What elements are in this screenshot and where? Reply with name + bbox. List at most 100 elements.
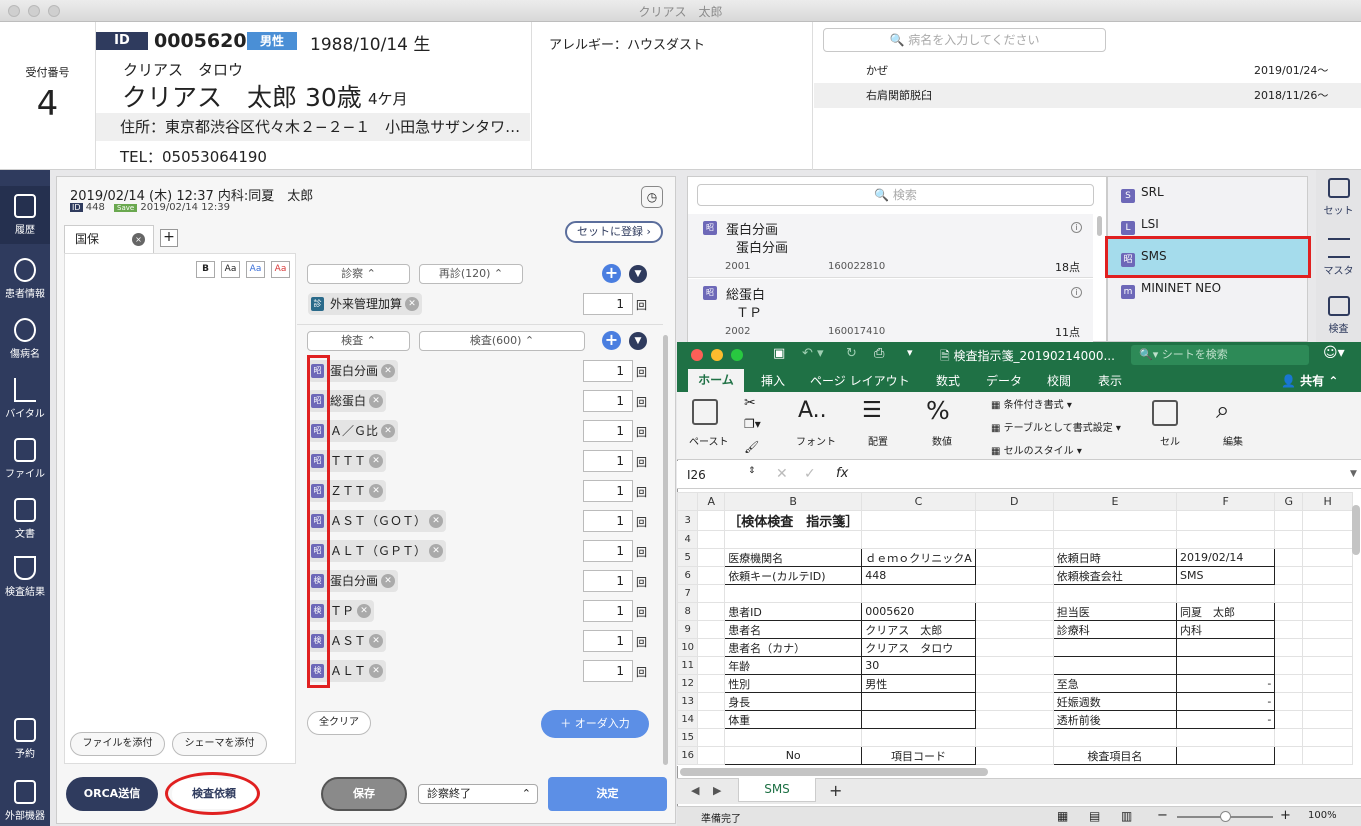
save-button[interactable]: 保存 (321, 777, 407, 811)
sheet-cell[interactable] (1052, 638, 1178, 657)
sheet-cell[interactable] (974, 728, 1054, 747)
format-painter-icon[interactable]: 🖌 (744, 440, 759, 454)
column-header[interactable]: B (724, 492, 863, 511)
sheet-cell[interactable] (974, 602, 1054, 621)
remove-item-icon[interactable]: ✕ (429, 514, 443, 528)
sidebar-item-history[interactable]: 履歴 (0, 186, 50, 244)
undo-icon[interactable]: ↶ ▾ (802, 346, 824, 361)
sheet-cell[interactable] (697, 728, 726, 747)
sheet-cell[interactable]: 至急 (1052, 674, 1178, 693)
sheet-cell[interactable] (1052, 510, 1178, 531)
align-icon[interactable]: ☰ (862, 398, 882, 423)
paste-icon[interactable] (692, 399, 718, 425)
sheet-cell[interactable]: - (1176, 692, 1276, 711)
disease-row[interactable]: かぜ 2019/01/24〜 (814, 58, 1361, 83)
smiley-feedback-icon[interactable]: ☺▾ (1323, 345, 1345, 361)
sheet-cell[interactable] (1274, 510, 1304, 531)
confirm-icon[interactable]: ✓ (804, 466, 816, 482)
column-header[interactable]: F (1176, 492, 1276, 511)
sheet-cell[interactable]: 患者ID (724, 602, 863, 621)
table-format-button[interactable]: ▦ テーブルとして書式設定 ▾ (991, 419, 1121, 434)
zoom-slider-thumb[interactable] (1220, 811, 1231, 822)
sheet-cell[interactable]: ｄｅｍｏクリニックA (861, 548, 976, 567)
sheet-cell[interactable]: 項目コード (861, 746, 976, 765)
quantity-input[interactable]: 1 (583, 600, 633, 622)
sheet-cell[interactable] (1274, 692, 1304, 711)
column-header[interactable]: H (1302, 492, 1353, 511)
row-header[interactable]: 15 (677, 728, 699, 747)
sheet-cell[interactable]: 透析前後 (1052, 710, 1178, 729)
sheet-cell[interactable] (1176, 584, 1276, 603)
sidebar-item-vital[interactable]: バイタル (0, 378, 50, 420)
sheet-cell[interactable] (861, 710, 976, 729)
quantity-input[interactable]: 1 (583, 390, 633, 412)
sheet-cell[interactable] (1176, 746, 1276, 765)
sheet-cell[interactable] (1052, 530, 1178, 549)
remove-item-icon[interactable]: ✕ (405, 297, 420, 311)
remove-item-icon[interactable]: ✕ (369, 664, 383, 678)
expand-order-button[interactable]: ▼ (629, 265, 647, 283)
sheet-cell[interactable]: 妊娠週数 (1052, 692, 1178, 711)
cell-style-button[interactable]: ▦ セルのスタイル ▾ (991, 442, 1082, 457)
sheet-cell[interactable] (861, 584, 976, 603)
search-edit-icon[interactable]: ⌕ (1216, 396, 1229, 424)
right-bar-master[interactable]: マスタ (1316, 238, 1361, 277)
row-header[interactable]: 13 (677, 692, 699, 711)
ribbon-tab-review[interactable]: 校閲 (1047, 372, 1071, 389)
sheet-cell[interactable] (1274, 638, 1304, 657)
sheet-cell[interactable]: 身長 (724, 692, 863, 711)
row-header[interactable]: 11 (677, 656, 699, 675)
set-register-button[interactable]: セットに登録 › (565, 221, 663, 243)
sheet-cell[interactable] (974, 620, 1054, 639)
sheet-cell[interactable] (861, 728, 976, 747)
sheet-cell[interactable] (974, 530, 1054, 549)
sheet-cell[interactable]: 依頼キー(カルテID) (724, 566, 863, 585)
fx-icon[interactable]: fx (836, 466, 848, 481)
row-header[interactable]: 9 (677, 620, 699, 639)
sheet-cell[interactable] (1302, 548, 1353, 567)
sheet-cell[interactable]: 同夏 太郎 (1176, 602, 1276, 621)
sheet-cell[interactable]: No (724, 746, 863, 765)
quantity-input[interactable]: 1 (583, 510, 633, 532)
sheet-cell[interactable] (974, 510, 1054, 531)
master-scrollbar[interactable] (1097, 216, 1102, 236)
sidebar-item-reservation[interactable]: 予約 (0, 718, 50, 760)
sheet-cell[interactable] (1302, 656, 1353, 675)
sheet-cell[interactable] (1302, 638, 1353, 657)
add-sheet-button[interactable]: + (829, 781, 842, 800)
copy-icon[interactable]: ❐▾ (744, 417, 761, 431)
tab-kokuho[interactable]: 国保 × (64, 225, 154, 253)
remove-item-icon[interactable]: ✕ (369, 454, 383, 468)
add-exam-button[interactable]: + (602, 331, 621, 350)
ribbon-tab-page-layout[interactable]: ページ レイアウト (810, 372, 910, 389)
sheet-cell[interactable] (724, 530, 863, 549)
master-list-item[interactable]: 昭 蛋白分画 蛋白分画 2001 160022810 18点 i (688, 214, 1093, 278)
ribbon-tab-formulas[interactable]: 数式 (936, 372, 960, 389)
column-header[interactable]: G (1274, 492, 1304, 511)
sheet-cell[interactable]: 年齢 (724, 656, 863, 675)
sheet-cell[interactable] (697, 746, 726, 765)
sidebar-item-document[interactable]: 文書 (0, 498, 50, 540)
cond-format-button[interactable]: ▦ 条件付き書式 ▾ (991, 396, 1072, 411)
sheet-cell[interactable] (974, 710, 1054, 729)
sheet-tab-sms[interactable]: SMS (738, 778, 816, 802)
lab-item-srl[interactable]: S SRL (1121, 185, 1164, 203)
cut-icon[interactable]: ✂ (744, 395, 756, 411)
row-header[interactable]: 14 (677, 710, 699, 729)
row-header[interactable]: 12 (677, 674, 699, 693)
ribbon-tab-insert[interactable]: 挿入 (761, 372, 785, 389)
disease-search-input[interactable]: 🔍 病名を入力してください (823, 28, 1106, 52)
font-color-blue-button[interactable]: Aa (246, 261, 265, 278)
quantity-input[interactable]: 1 (583, 540, 633, 562)
sheet-cell[interactable] (1302, 566, 1353, 585)
sheet-cell[interactable] (1274, 674, 1304, 693)
sidebar-item-injury[interactable]: 傷病名 (0, 318, 50, 360)
sheet-cell[interactable] (1302, 710, 1353, 729)
info-icon[interactable]: i (1071, 287, 1082, 298)
percent-icon[interactable]: % (926, 396, 950, 425)
order-scrollbar[interactable] (663, 335, 668, 765)
sheet-cell[interactable] (1274, 602, 1304, 621)
sheet-cell[interactable] (697, 530, 726, 549)
column-header[interactable]: D (974, 492, 1054, 511)
sheet-cell[interactable]: 担当医 (1052, 602, 1178, 621)
